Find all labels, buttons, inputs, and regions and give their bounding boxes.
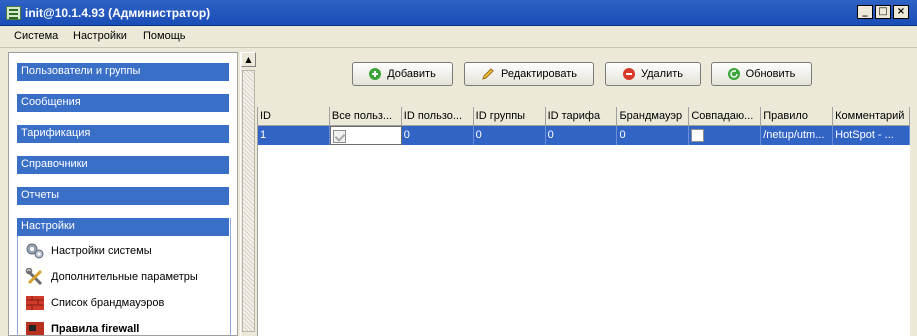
navigation-panel: Пользователи и группы Сообщения Тарифика…	[8, 52, 238, 336]
refresh-icon	[727, 68, 740, 80]
edit-button[interactable]: Редактировать	[464, 62, 594, 86]
col-header-match[interactable]: Совпадаю...	[689, 107, 762, 126]
nav-scrollbar[interactable]: ▲	[240, 52, 256, 336]
nav-section-directories[interactable]: Справочники	[17, 156, 229, 174]
maximize-button[interactable]: □	[875, 5, 891, 19]
tools-icon	[25, 268, 43, 286]
cell-all-users[interactable]	[329, 126, 402, 145]
nav-item-system-settings[interactable]: Настройки системы	[25, 241, 152, 261]
col-header-all-users[interactable]: Все польз...	[330, 107, 402, 126]
title-bar: init@10.1.4.93 (Администратор) _ □ ×	[0, 0, 917, 26]
nav-section-users-groups[interactable]: Пользователи и группы	[17, 63, 229, 81]
cell-match[interactable]	[689, 126, 762, 145]
menu-settings[interactable]: Настройки	[73, 30, 127, 42]
cell-comment[interactable]: HotSpot - ...	[833, 126, 910, 145]
close-button[interactable]: ×	[893, 5, 909, 19]
firewall-icon	[26, 296, 44, 310]
nav-section-reports[interactable]: Отчеты	[17, 187, 229, 205]
scroll-up-arrow-icon[interactable]: ▲	[241, 52, 256, 67]
delete-button-label: Удалить	[641, 68, 683, 80]
nav-item-label: Список брандмауэров	[51, 297, 165, 309]
col-header-comment[interactable]: Комментарий	[833, 107, 910, 126]
col-header-rule[interactable]: Правило	[761, 107, 834, 126]
gears-icon	[26, 243, 44, 259]
col-header-user-id[interactable]: ID пользо...	[402, 107, 474, 126]
minus-icon	[623, 68, 635, 80]
table-header: ID Все польз... ID пользо... ID группы I…	[258, 107, 910, 126]
cell-tariff-id[interactable]: 0	[546, 126, 618, 145]
scrollbar-thumb[interactable]	[242, 70, 255, 332]
nav-section-messages[interactable]: Сообщения	[17, 94, 229, 112]
window-right-border	[910, 48, 917, 336]
menu-system[interactable]: Система	[14, 30, 58, 42]
menu-help[interactable]: Помощь	[143, 30, 186, 42]
window-title: init@10.1.4.93 (Администратор)	[25, 6, 211, 20]
refresh-button-label: Обновить	[745, 68, 796, 80]
minimize-button[interactable]: _	[857, 5, 873, 19]
col-header-tariff-id[interactable]: ID тарифа	[546, 107, 618, 126]
cell-firewall[interactable]: 0	[617, 126, 690, 145]
app-icon	[6, 6, 21, 20]
pencil-icon	[482, 68, 494, 80]
add-button-label: Добавить	[387, 68, 436, 80]
edit-button-label: Редактировать	[501, 68, 577, 80]
refresh-button[interactable]: Обновить	[711, 62, 812, 86]
nav-item-label: Настройки системы	[51, 245, 152, 257]
menu-bar: Система Настройки Помощь	[0, 26, 917, 48]
match-checkbox[interactable]	[691, 129, 705, 142]
firewall-rules-table: ID Все польз... ID пользо... ID группы I…	[257, 107, 910, 336]
nav-item-label: Дополнительные параметры	[51, 271, 198, 283]
add-button[interactable]: Добавить	[352, 62, 453, 86]
nav-section-tariffs[interactable]: Тарификация	[17, 125, 229, 143]
nav-item-firewall-list[interactable]: Список брандмауэров	[25, 293, 164, 313]
col-header-id[interactable]: ID	[258, 107, 330, 126]
table-row[interactable]: 1 0 0 0 0 /netup/utm... HotSpot - ...	[258, 126, 910, 145]
nav-section-settings[interactable]: Настройки	[17, 218, 229, 236]
col-header-firewall[interactable]: Брандмауэр	[617, 107, 690, 126]
delete-button[interactable]: Удалить	[605, 62, 701, 86]
nav-item-label: Правила firewall	[51, 323, 140, 335]
nav-item-additional-params[interactable]: Дополнительные параметры	[25, 267, 198, 287]
col-header-group-id[interactable]: ID группы	[474, 107, 546, 126]
plus-icon	[369, 68, 382, 80]
cell-user-id[interactable]: 0	[402, 126, 474, 145]
rules-icon	[26, 322, 44, 335]
cell-id[interactable]: 1	[258, 126, 330, 145]
cell-group-id[interactable]: 0	[474, 126, 546, 145]
nav-item-firewall-rules[interactable]: Правила firewall	[25, 319, 140, 335]
cell-rule[interactable]: /netup/utm...	[761, 126, 834, 145]
all-users-checkbox[interactable]	[332, 130, 346, 143]
